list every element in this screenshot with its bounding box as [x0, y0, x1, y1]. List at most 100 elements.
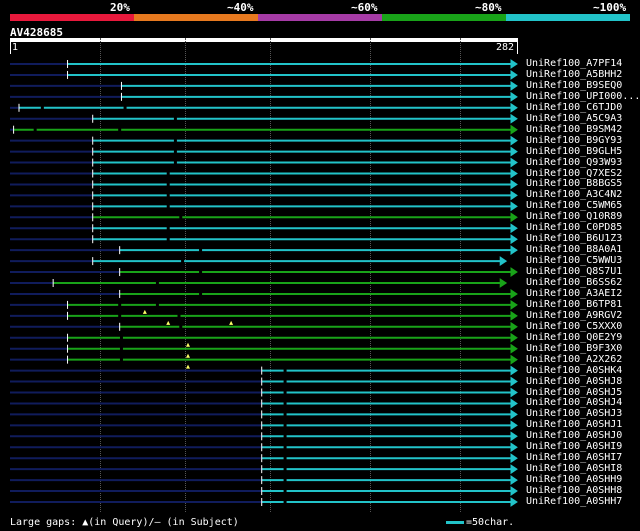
hit-label[interactable]: UniRef100_A3AEI2	[526, 288, 622, 299]
hit-arrow	[510, 332, 518, 343]
hit-arrow	[510, 179, 518, 190]
subject-gap-marker	[173, 161, 177, 165]
subject-gap-marker	[283, 489, 287, 493]
hit-label[interactable]: UniRef100_B9GLH5	[526, 146, 622, 157]
hit-label[interactable]: UniRef100_A0SHJ1	[526, 419, 622, 430]
hit-label[interactable]: UniRef100_A5C9A3	[526, 113, 622, 124]
hit-label[interactable]: UniRef100_B6TP81	[526, 299, 622, 310]
subject-gap-marker	[173, 117, 177, 121]
subject-gap-marker	[179, 325, 183, 329]
hit-label[interactable]: UniRef100_B9GY93	[526, 135, 622, 146]
hit-arrow	[510, 190, 518, 201]
hit-arrow	[510, 70, 518, 80]
legend-label: ~40%	[227, 1, 254, 14]
hit-label[interactable]: UniRef100_A0SHH7	[526, 496, 622, 507]
hit-label[interactable]: UniRef100_B6SS62	[526, 277, 622, 288]
query-gap-triangle	[185, 342, 190, 347]
hit-arrow	[510, 168, 518, 179]
hit-label[interactable]: UniRef100_B8A0A1	[526, 244, 622, 255]
hit-label[interactable]: UniRef100_Q7XES2	[526, 168, 622, 179]
hit-arrow	[510, 245, 518, 256]
hit-label[interactable]: UniRef100_A0SHJ0	[526, 430, 622, 441]
subject-gap-marker	[283, 391, 287, 394]
subject-gap-marker	[40, 106, 44, 110]
subject-gap-marker	[283, 380, 287, 384]
legend-label: ~80%	[475, 1, 502, 14]
subject-gap-marker	[283, 500, 287, 504]
query-gap-triangle	[166, 320, 171, 325]
hit-arrow	[499, 278, 508, 288]
hit-label[interactable]: UniRef100_A2X262	[526, 354, 622, 365]
hit-label[interactable]: UniRef100_C5WWU3	[526, 255, 622, 266]
subject-gap-marker	[199, 248, 203, 252]
hit-arrow	[510, 409, 518, 420]
hit-arrow	[510, 310, 518, 321]
hit-label[interactable]: UniRef100_A0SHI8	[526, 463, 622, 474]
hit-label[interactable]: UniRef100_A0SHJ5	[526, 387, 622, 398]
hit-label[interactable]: UniRef100_A0SHI7	[526, 452, 622, 463]
hit-arrow	[510, 212, 518, 223]
scale-legend-text: =50char.	[466, 517, 515, 528]
hit-arrow	[510, 102, 518, 113]
hit-label[interactable]: UniRef100_A0SHJ8	[526, 376, 622, 387]
hit-label[interactable]: UniRef100_A0SHJ4	[526, 397, 622, 408]
hit-label[interactable]: UniRef100_A5BHH2	[526, 69, 622, 80]
subject-gap-marker	[119, 336, 123, 340]
subject-gap-marker	[123, 106, 127, 110]
hit-label[interactable]: UniRef100_C5XXX0	[526, 321, 622, 332]
subject-gap-marker	[283, 434, 287, 438]
subject-gap-marker	[155, 303, 159, 307]
hit-arrow	[510, 398, 518, 409]
hit-label[interactable]: UniRef100_A0SHI9	[526, 441, 622, 452]
subject-gap-marker	[119, 358, 123, 362]
subject-gap-marker	[166, 226, 170, 230]
hit-label[interactable]: UniRef100_B8BGS5	[526, 178, 622, 189]
query-gap-triangle	[185, 353, 190, 358]
subject-gap-marker	[283, 423, 287, 427]
subject-gap-marker	[199, 270, 203, 274]
subject-gap-marker	[166, 172, 170, 175]
subject-gap-marker	[166, 237, 170, 241]
hit-label[interactable]: UniRef100_Q8S7U1	[526, 266, 622, 277]
hit-arrow	[510, 486, 518, 496]
hit-label[interactable]: UniRef100_A0SHK4	[526, 365, 622, 376]
query-gap-triangle	[229, 320, 234, 325]
hit-arrow	[510, 464, 518, 475]
subject-gap-marker	[283, 401, 287, 405]
hit-arrow	[510, 157, 518, 168]
hit-arrow	[510, 442, 518, 453]
hit-arrow	[510, 124, 518, 135]
subject-gap-marker	[199, 292, 203, 296]
hit-label[interactable]: UniRef100_Q10R89	[526, 211, 622, 222]
subject-gap-marker	[33, 128, 37, 132]
hit-label[interactable]: UniRef100_B6U1Z3	[526, 233, 622, 244]
hit-label[interactable]: UniRef100_C5WM65	[526, 200, 622, 211]
hit-label[interactable]: UniRef100_A0SHJ3	[526, 408, 622, 419]
hit-label[interactable]: UniRef100_Q93W93	[526, 157, 622, 168]
hit-label[interactable]: UniRef100_A3C4N2	[526, 189, 622, 200]
subject-gap-marker	[283, 456, 287, 460]
subject-gap-marker	[173, 150, 177, 154]
query-gap-triangle	[185, 364, 190, 369]
hit-label[interactable]: UniRef100_A7PF14	[526, 58, 622, 69]
hit-label[interactable]: UniRef100_A0SHH9	[526, 474, 622, 485]
subject-gap-marker	[283, 369, 287, 373]
hit-label[interactable]: UniRef100_C6TJD0	[526, 102, 622, 113]
subject-gap-marker	[179, 215, 183, 219]
hit-label[interactable]: UniRef100_Q0E2Y9	[526, 332, 622, 343]
hit-label[interactable]: UniRef100_A9RGV2	[526, 310, 622, 321]
hit-arrow	[510, 420, 518, 431]
hit-label[interactable]: UniRef100_B9F3X0	[526, 343, 622, 354]
hit-arrow	[510, 376, 518, 387]
hit-label[interactable]: UniRef100_UPI000...	[526, 91, 640, 102]
hit-label[interactable]: UniRef100_B9SM42	[526, 124, 622, 135]
subject-gap-marker	[283, 445, 287, 449]
hit-label[interactable]: UniRef100_A0SHH8	[526, 485, 622, 496]
legend-label: 20%	[110, 1, 130, 14]
hit-arrow	[510, 91, 518, 102]
gaps-legend: Large gaps: ▲(in Query)/– (in Subject)	[10, 517, 239, 528]
hit-label[interactable]: UniRef100_B9SEQ0	[526, 80, 622, 91]
hit-label[interactable]: UniRef100_C0PD85	[526, 222, 622, 233]
hit-arrow	[510, 201, 518, 212]
hit-arrow	[510, 299, 518, 310]
